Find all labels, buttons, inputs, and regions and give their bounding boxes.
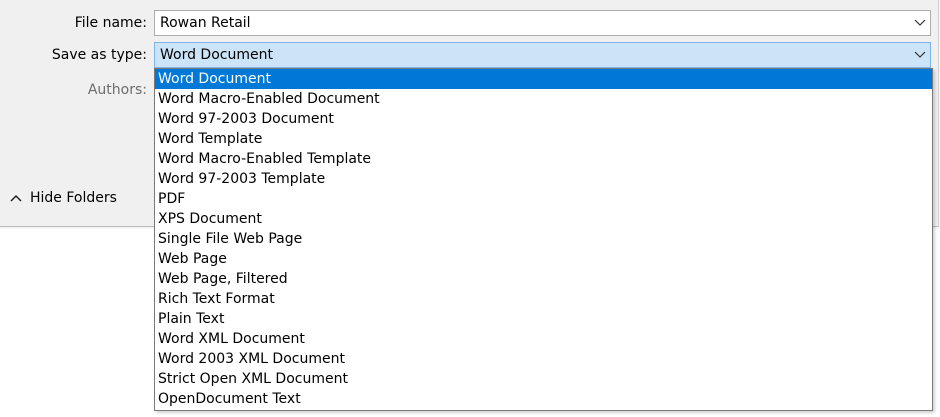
dropdown-option[interactable]: Single File Web Page xyxy=(155,229,932,249)
dropdown-option[interactable]: XPS Document xyxy=(155,209,932,229)
dropdown-option[interactable]: Word 97-2003 Template xyxy=(155,169,932,189)
chevron-up-icon xyxy=(10,194,22,202)
dropdown-option[interactable]: Word XML Document xyxy=(155,329,932,349)
dropdown-option[interactable]: Word Document xyxy=(155,69,932,89)
dropdown-option[interactable]: OpenDocument Text xyxy=(155,389,932,409)
save-as-type-label: Save as type: xyxy=(51,47,147,63)
authors-label: Authors: xyxy=(87,82,147,98)
hide-folders-button[interactable]: Hide Folders xyxy=(10,190,117,206)
dropdown-option[interactable]: Word Macro-Enabled Template xyxy=(155,149,932,169)
dropdown-option[interactable]: PDF xyxy=(155,189,932,209)
dropdown-option[interactable]: Web Page, Filtered xyxy=(155,269,932,289)
dropdown-option[interactable]: Word 97-2003 Document xyxy=(155,109,932,129)
chevron-down-icon[interactable] xyxy=(914,19,926,27)
hide-folders-label: Hide Folders xyxy=(30,190,117,206)
save-as-type-combobox[interactable]: Word Document xyxy=(154,42,931,68)
dropdown-option[interactable]: Plain Text xyxy=(155,309,932,329)
save-as-type-dropdown-list[interactable]: Word Document Word Macro-Enabled Document… xyxy=(154,68,933,411)
dropdown-option[interactable]: Rich Text Format xyxy=(155,289,932,309)
file-name-label: File name: xyxy=(74,15,147,31)
save-as-type-value: Word Document xyxy=(160,47,273,63)
dropdown-option[interactable]: Word 2003 XML Document xyxy=(155,349,932,369)
dropdown-option[interactable]: Word Macro-Enabled Document xyxy=(155,89,932,109)
dropdown-option[interactable]: Strict Open XML Document xyxy=(155,369,932,389)
dropdown-option[interactable]: Word Template xyxy=(155,129,932,149)
file-name-combobox[interactable]: Rowan Retail xyxy=(154,10,931,36)
file-name-value[interactable]: Rowan Retail xyxy=(160,15,251,31)
chevron-down-icon[interactable] xyxy=(914,51,926,59)
dropdown-option[interactable]: Web Page xyxy=(155,249,932,269)
